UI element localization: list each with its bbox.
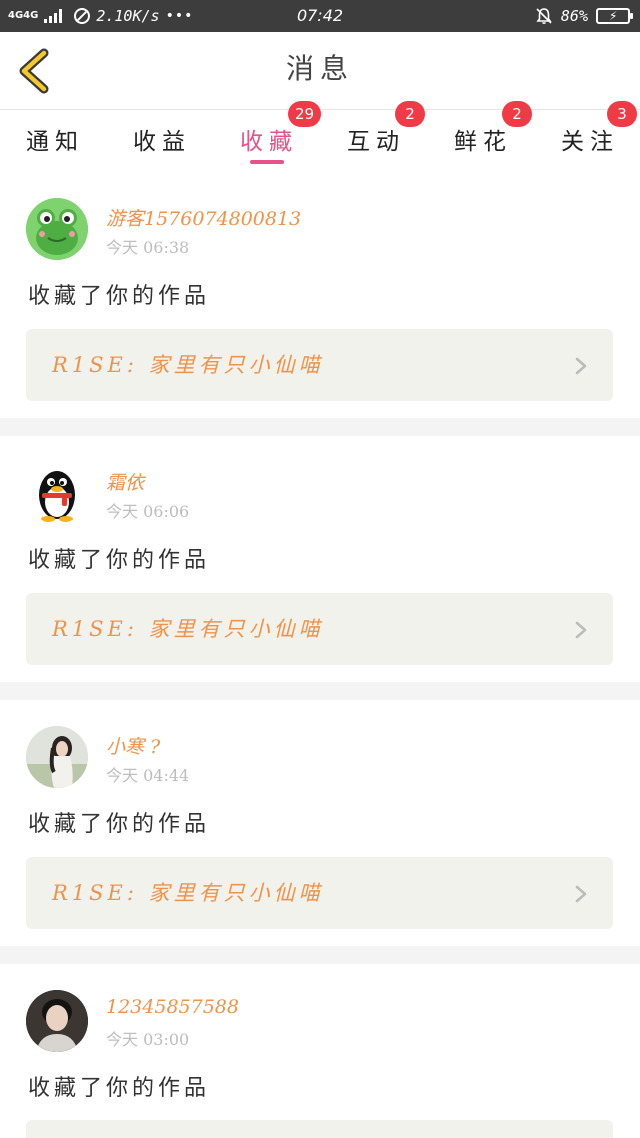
- message-card: 12345857588 今天 03:00 收藏了你的作品: [0, 964, 640, 1138]
- status-right: 86% ⚡: [535, 0, 633, 32]
- message-card: 小寒 ? 今天 04:44 收藏了你的作品 R1SE: 家里有只小仙喵: [0, 700, 640, 946]
- frog-icon: [26, 198, 88, 260]
- user-name[interactable]: 12345857588: [106, 996, 239, 1018]
- man-photo-avatar[interactable]: [26, 990, 88, 1052]
- unread-badge: 2: [395, 101, 425, 127]
- tab-label: 收益: [133, 129, 191, 155]
- work-link[interactable]: [26, 1120, 613, 1138]
- chevron-right-icon: [575, 357, 587, 375]
- work-link[interactable]: R1SE: 家里有只小仙喵: [26, 593, 613, 665]
- active-tab-indicator: [250, 160, 284, 164]
- girl-photo-avatar[interactable]: [26, 726, 88, 788]
- card-separator: [0, 946, 640, 964]
- tab-interactions[interactable]: 互动 2: [331, 101, 425, 174]
- penguin-icon: [39, 471, 75, 522]
- charging-icon: ⚡: [609, 9, 618, 23]
- work-title: R1SE: 家里有只小仙喵: [52, 617, 324, 641]
- message-time: 今天 06:38: [106, 238, 190, 257]
- tab-label: 关注: [561, 129, 619, 155]
- tab-notifications[interactable]: 通知: [10, 110, 100, 174]
- bell-muted-icon: [536, 8, 552, 24]
- work-link[interactable]: R1SE: 家里有只小仙喵: [26, 329, 613, 401]
- message-time: 今天 03:00: [106, 1030, 190, 1049]
- card-separator: [0, 418, 640, 436]
- frog-avatar[interactable]: [26, 198, 88, 260]
- unread-badge: 29: [288, 101, 322, 127]
- photo-icon: [26, 990, 88, 1052]
- work-link[interactable]: R1SE: 家里有只小仙喵: [26, 857, 613, 929]
- work-title: R1SE: 家里有只小仙喵: [52, 353, 324, 377]
- status-bar: 4G4G 2.10K/s ••• 07:42 86% ⚡: [0, 0, 640, 32]
- message-card: 霜依 今天 06:06 收藏了你的作品 R1SE: 家里有只小仙喵: [0, 436, 640, 682]
- chevron-right-icon: [575, 885, 587, 903]
- tab-label: 通知: [26, 129, 84, 155]
- unread-badge: 2: [502, 101, 532, 127]
- chevron-right-icon: [575, 621, 587, 639]
- unread-badge: 3: [607, 101, 637, 127]
- penguin-avatar[interactable]: [26, 462, 88, 524]
- tab-follows[interactable]: 关注 3: [545, 101, 637, 174]
- battery-icon: ⚡: [596, 8, 633, 24]
- work-title: R1SE: 家里有只小仙喵: [52, 881, 324, 905]
- tab-bar: 通知 收益 收藏 29 互动 2 鲜花 2 关注 3: [0, 101, 640, 174]
- tab-label: 互动: [347, 129, 405, 155]
- battery-percent: 86%: [560, 7, 588, 25]
- message-action: 收藏了你的作品: [28, 812, 211, 837]
- user-name[interactable]: 霜依: [106, 468, 144, 495]
- message-action: 收藏了你的作品: [28, 284, 211, 309]
- tab-label: 鲜花: [454, 129, 512, 155]
- photo-icon: [26, 726, 88, 788]
- message-time: 今天 06:06: [106, 502, 190, 521]
- message-card: 游客1576074800813 今天 06:38 收藏了你的作品 R1SE: 家…: [0, 174, 640, 418]
- card-separator: [0, 682, 640, 700]
- tab-earnings[interactable]: 收益: [117, 110, 207, 174]
- message-time: 今天 04:44: [106, 766, 190, 785]
- message-action: 收藏了你的作品: [28, 548, 211, 573]
- tab-favorites[interactable]: 收藏 29: [224, 101, 322, 174]
- header: 消息: [0, 32, 640, 110]
- page-title: 消息: [285, 52, 354, 85]
- user-name[interactable]: 小寒 ?: [106, 732, 160, 759]
- tab-flowers[interactable]: 鲜花 2: [438, 101, 532, 174]
- message-action: 收藏了你的作品: [28, 1076, 211, 1101]
- tab-label: 收藏: [240, 129, 298, 155]
- user-name[interactable]: 游客1576074800813: [106, 204, 301, 231]
